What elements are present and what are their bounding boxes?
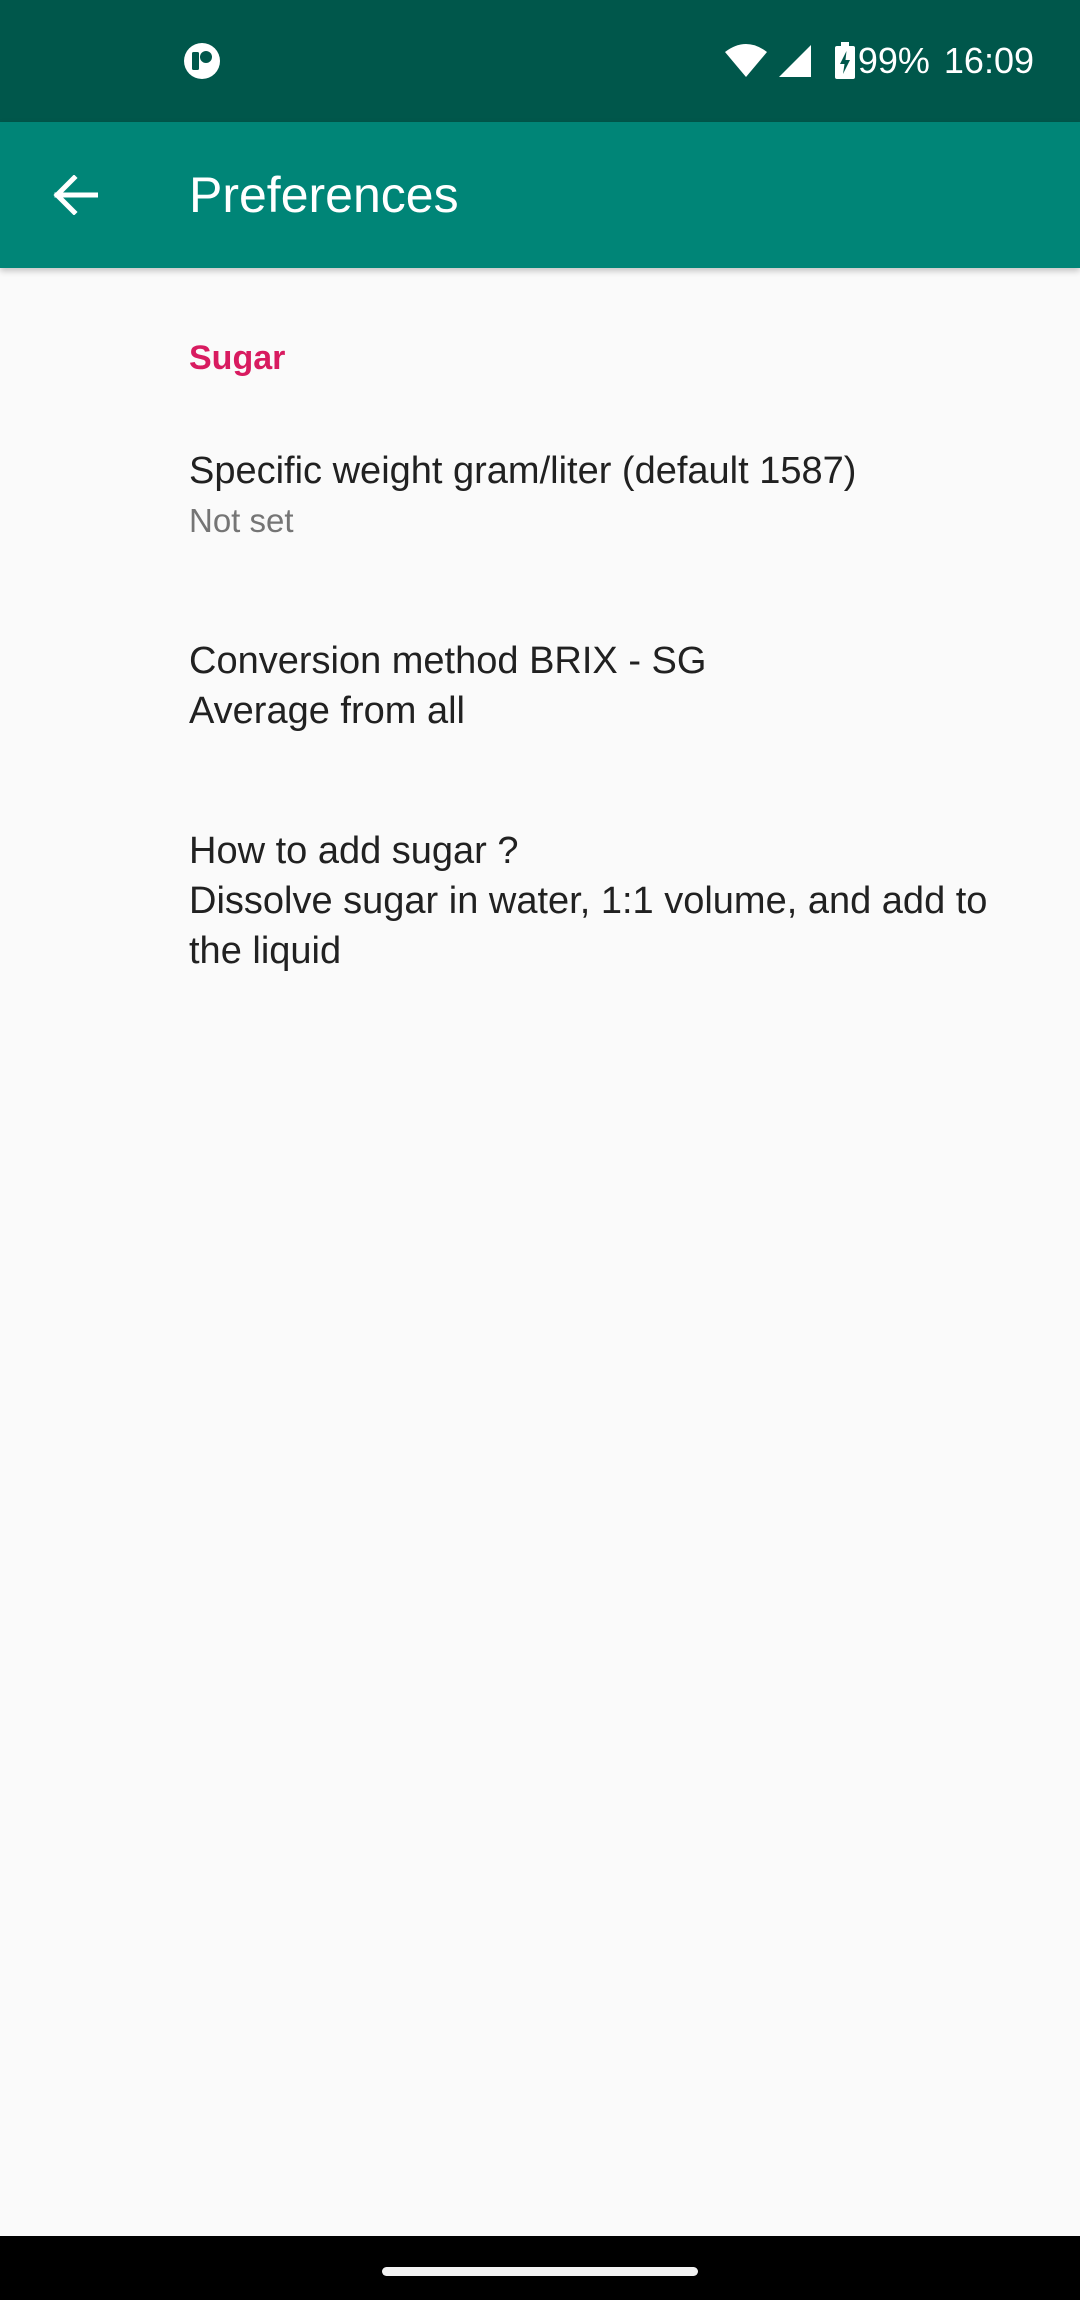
status-icons: 99% 16:09 bbox=[724, 36, 1034, 86]
arrow-back-icon bbox=[53, 175, 98, 215]
wifi-icon bbox=[724, 44, 767, 77]
pref-specific-weight[interactable]: Specific weight gram/liter (default 1587… bbox=[0, 438, 1080, 630]
back-button[interactable] bbox=[38, 158, 112, 232]
battery-percentage: 99% bbox=[857, 40, 930, 81]
cellular-signal-icon bbox=[778, 45, 811, 77]
category-title-sugar: Sugar bbox=[189, 339, 286, 377]
home-indicator[interactable] bbox=[382, 2267, 698, 2276]
pref-conversion-method[interactable]: Conversion method BRIX - SG Average from… bbox=[0, 630, 1080, 820]
clock: 16:09 bbox=[943, 40, 1034, 81]
pref-title: Specific weight gram/liter (default 1587… bbox=[189, 450, 857, 492]
battery-charging-icon bbox=[834, 42, 855, 79]
pref-summary: Not set bbox=[189, 502, 294, 539]
app-bar: Preferences bbox=[0, 122, 1080, 268]
pref-summary: Dissolve sugar in water, 1:1 volume, and… bbox=[189, 880, 988, 972]
pref-title: How to add sugar ? bbox=[189, 830, 519, 872]
pref-summary: Average from all bbox=[189, 690, 465, 732]
pref-title: Conversion method BRIX - SG bbox=[189, 640, 707, 682]
navigation-bar bbox=[0, 2236, 1080, 2300]
page-title: Preferences bbox=[189, 167, 459, 223]
status-bar: 99% 16:09 bbox=[0, 0, 1080, 122]
pref-how-to-add-sugar[interactable]: How to add sugar ? Dissolve sugar in wat… bbox=[0, 820, 1080, 1050]
notification-app-icon bbox=[184, 43, 220, 79]
